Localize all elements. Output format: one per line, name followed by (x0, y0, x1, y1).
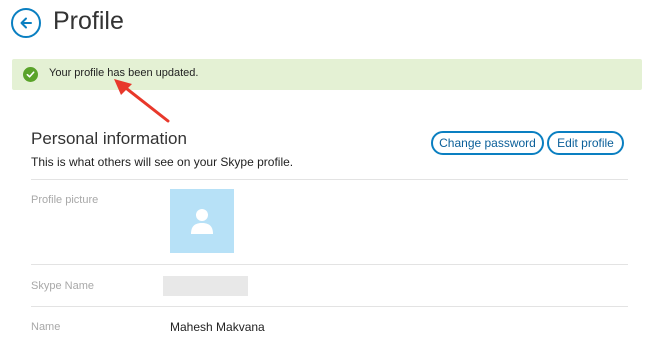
name-value: Mahesh Makvana (170, 320, 265, 334)
page-title: Profile (53, 7, 124, 35)
avatar[interactable] (170, 189, 234, 253)
divider (31, 264, 628, 265)
success-banner: Your profile has been updated. (12, 59, 642, 90)
edit-profile-button[interactable]: Edit profile (547, 131, 624, 155)
divider (31, 306, 628, 307)
change-password-button[interactable]: Change password (431, 131, 544, 155)
skype-name-label: Skype Name (31, 280, 94, 292)
back-arrow-icon (20, 17, 32, 29)
annotation-arrow (114, 79, 170, 123)
check-circle-icon (23, 67, 38, 82)
person-icon (191, 209, 213, 234)
skype-name-value (163, 276, 248, 296)
name-label: Name (31, 321, 61, 333)
section-subtitle: This is what others will see on your Sky… (31, 155, 294, 169)
profile-picture-label: Profile picture (31, 194, 99, 206)
divider (31, 179, 628, 180)
section-title: Personal information (31, 129, 187, 148)
back-button[interactable] (11, 8, 41, 38)
